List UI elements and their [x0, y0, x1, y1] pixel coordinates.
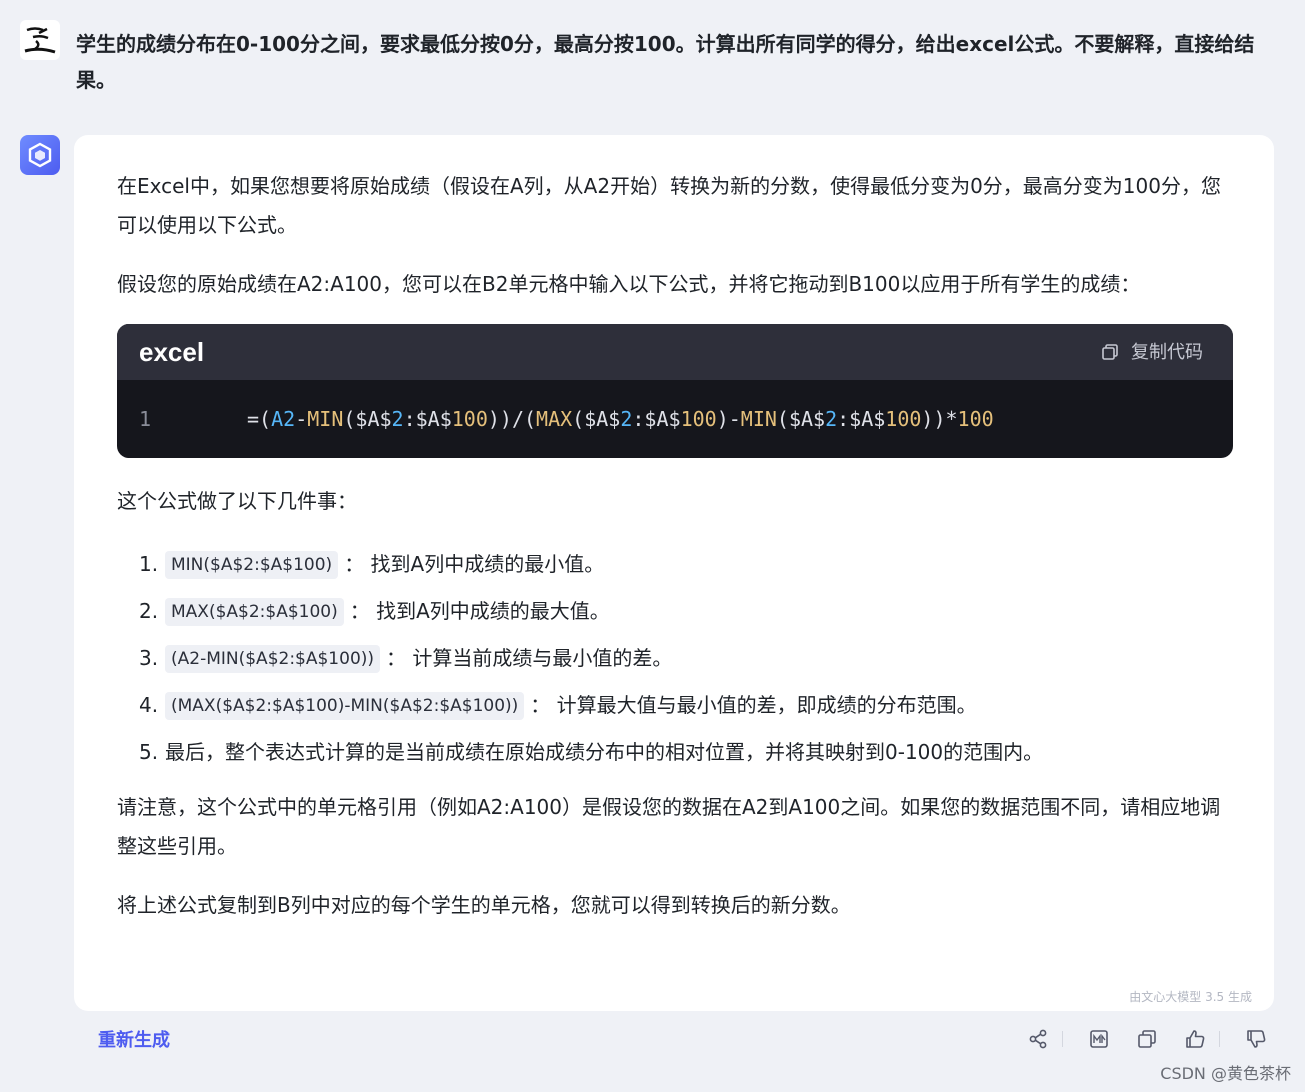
code-token: :$A$ — [403, 406, 452, 431]
list-item: 3. (A2-MIN($A$2:$A$100)) ： 计算当前成绩与最小值的差。 — [117, 635, 1237, 682]
ernie-bot-logo-icon — [28, 142, 52, 168]
list-number: 1. — [139, 552, 159, 576]
code-token: MAX — [536, 406, 573, 431]
list-item: 1. MIN($A$2:$A$100) ： 找到A列中成绩的最小值。 — [117, 541, 1237, 588]
code-token: 2 — [825, 406, 838, 431]
code-token: - — [295, 406, 308, 431]
list-number: 3. — [139, 646, 159, 670]
inline-code: MAX($A$2:$A$100) — [165, 597, 344, 626]
code-token: MIN — [307, 406, 344, 431]
answer-paragraph: 请注意，这个公式中的单元格引用（例如A2:A100）是假设您的数据在A2到A10… — [117, 795, 1221, 858]
list-item: 5. 最后，整个表达式计算的是当前成绩在原始成绩分布中的相对位置，并将其映射到0… — [117, 729, 1237, 776]
line-number: 1 — [139, 406, 152, 431]
list-text: 最后，整个表达式计算的是当前成绩在原始成绩分布中的相对位置，并将其映射到0-10… — [165, 740, 1044, 764]
list-text: ： 计算当前成绩与最小值的差。 — [386, 646, 673, 670]
code-text: =(A2-MIN($A$2:$A$100))/(MAX($A$2:$A$100)… — [247, 400, 994, 439]
code-token: MIN — [740, 406, 777, 431]
code-token: :$A$ — [837, 406, 886, 431]
user-avatar — [20, 20, 60, 60]
code-token: 100 — [451, 406, 488, 431]
code-token: 100 — [957, 406, 994, 431]
code-token: ))/( — [487, 406, 537, 431]
answer-body: 在Excel中，如果您想要将原始成绩（假设在A列，从A2开始）转换为新的分数，使… — [117, 167, 1237, 945]
divider — [1219, 1031, 1220, 1047]
answer-footer: 重新生成 — [98, 1022, 1268, 1056]
divider — [1062, 1031, 1063, 1047]
code-line: 1 =(A2-MIN($A$2:$A$100))/(MAX($A$2:$A$10… — [117, 380, 1233, 458]
regenerate-button[interactable]: 重新生成 — [98, 1026, 170, 1052]
bot-avatar — [20, 135, 60, 175]
inline-code: (MAX($A$2:$A$100)-MIN($A$2:$A$100)) — [165, 691, 525, 720]
list-number: 5. — [139, 740, 159, 764]
list-text: ： 找到A列中成绩的最大值。 — [349, 599, 610, 623]
list-text: ： 计算最大值与最小值的差，即成绩的分布范围。 — [530, 693, 977, 717]
answer-paragraph: 这个公式做了以下几件事： — [117, 489, 357, 513]
answer-card: 在Excel中，如果您想要将原始成绩（假设在A列，从A2开始）转换为新的分数，使… — [74, 135, 1274, 1011]
code-token: =( — [247, 406, 272, 431]
list-number: 4. — [139, 693, 159, 717]
answer-paragraph: 将上述公式复制到B列中对应的每个学生的单元格，您就可以得到转换后的新分数。 — [117, 893, 851, 917]
copy-icon — [1102, 344, 1118, 360]
code-token: 100 — [885, 406, 922, 431]
list-item: 2. MAX($A$2:$A$100) ： 找到A列中成绩的最大值。 — [117, 588, 1237, 635]
code-language-label: excel — [139, 336, 205, 367]
answer-paragraph: 假设您的原始成绩在A2:A100，您可以在B2单元格中输入以下公式，并将它拖动到… — [117, 272, 1141, 296]
code-token: ($A$ — [343, 406, 392, 431]
mindmap-icon[interactable] — [1087, 1027, 1111, 1051]
thumbs-up-icon[interactable] — [1183, 1027, 1207, 1051]
model-footnote: 由文心大模型 3.5 生成 — [1129, 990, 1252, 1004]
code-token: ))* — [921, 406, 958, 431]
code-token: )- — [716, 406, 741, 431]
inline-code: MIN($A$2:$A$100) — [165, 550, 339, 579]
calligraphy-avatar-icon — [24, 27, 56, 54]
code-token: 100 — [680, 406, 717, 431]
code-token: ($A$ — [572, 406, 621, 431]
answer-paragraph: 在Excel中，如果您想要将原始成绩（假设在A列，从A2开始）转换为新的分数，使… — [117, 174, 1221, 237]
code-token: 2 — [391, 406, 404, 431]
code-token: A2 — [271, 406, 296, 431]
code-token: 2 — [620, 406, 633, 431]
inline-code: (A2-MIN($A$2:$A$100)) — [165, 644, 381, 673]
code-block: excel 复制代码 1 =(A2-MIN($A$2:$A$100))/(MAX… — [117, 324, 1233, 458]
watermark: CSDN @黄色茶杯 — [1160, 1064, 1291, 1083]
copy-code-label: 复制代码 — [1131, 341, 1203, 363]
list-number: 2. — [139, 599, 159, 623]
list-item: 4. (MAX($A$2:$A$100)-MIN($A$2:$A$100)) ：… — [117, 682, 1237, 729]
explanation-list: 1. MIN($A$2:$A$100) ： 找到A列中成绩的最小值。 2. MA… — [117, 541, 1237, 776]
code-header: excel 复制代码 — [117, 324, 1233, 380]
thumbs-down-icon[interactable] — [1244, 1027, 1268, 1051]
answer-actions — [1002, 1027, 1268, 1051]
code-token: :$A$ — [632, 406, 681, 431]
copy-code-button[interactable]: 复制代码 — [1101, 333, 1203, 372]
list-text: ： 找到A列中成绩的最小值。 — [344, 552, 605, 576]
copy-icon[interactable] — [1135, 1027, 1159, 1051]
share-icon[interactable] — [1026, 1027, 1050, 1051]
code-token: ($A$ — [776, 406, 826, 431]
user-question: 学生的成绩分布在0-100分之间，要求最低分按0分，最高分按100。计算出所有同… — [76, 32, 1255, 92]
